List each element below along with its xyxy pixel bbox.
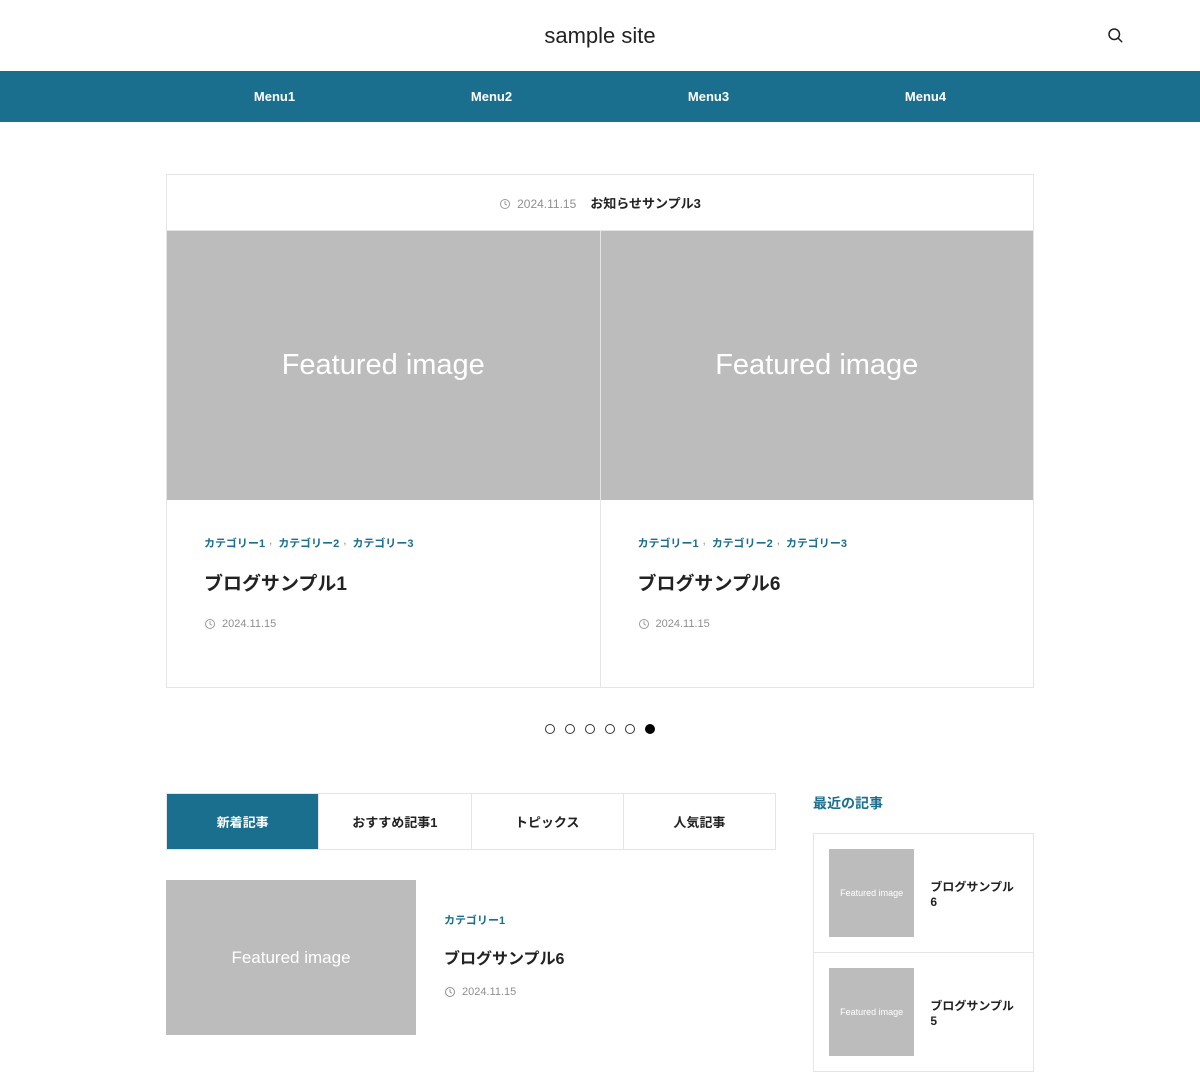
nav-item-menu1[interactable]: Menu1	[166, 71, 383, 122]
slider-bullet[interactable]	[565, 724, 575, 734]
category-link[interactable]: カテゴリー2	[278, 535, 339, 551]
sidebar-item-title: ブログサンプル6	[930, 878, 1018, 909]
search-icon	[1106, 26, 1124, 49]
sidebar-recent-list: Featured image ブログサンプル6 Featured image ブログサ…	[813, 833, 1034, 1072]
tab[interactable]: 新着記事	[167, 794, 319, 849]
category-link[interactable]: カテゴリー1	[638, 535, 699, 551]
clock-icon	[204, 618, 216, 630]
slide-categories: カテゴリー1 , カテゴリー2 , カテゴリー3	[204, 535, 563, 551]
slide[interactable]: Featured image カテゴリー1 , カテゴリー2 , カテゴリー3 ブロ…	[601, 231, 1035, 688]
slider-bullet[interactable]	[605, 724, 615, 734]
post-date-text: 2024.11.15	[462, 986, 516, 998]
slide-date: 2024.11.15	[638, 618, 997, 630]
tab-list: 新着記事おすすめ記事1トピックス人気記事	[166, 793, 776, 850]
slide-image: Featured image	[167, 231, 600, 500]
slider-pagination	[166, 724, 1034, 734]
slider-bullet[interactable]	[545, 724, 555, 734]
category-link[interactable]: カテゴリー3	[786, 535, 847, 551]
info-bar[interactable]: 2024.11.15 お知らせサンプル3	[166, 174, 1034, 231]
sidebar-thumbnail: Featured image	[829, 849, 914, 937]
category-link[interactable]: カテゴリー2	[712, 535, 773, 551]
slider-bullet[interactable]	[645, 724, 655, 734]
global-nav: Menu1Menu2Menu3Menu4	[0, 71, 1200, 122]
post-title[interactable]: ブログサンプル6	[444, 945, 776, 969]
slide-title: ブログサンプル1	[204, 569, 563, 596]
slide[interactable]: Featured image カテゴリー1 , カテゴリー2 , カテゴリー3 ブロ…	[167, 231, 601, 688]
search-button[interactable]	[1105, 26, 1125, 46]
category-link[interactable]: カテゴリー1	[204, 535, 265, 551]
sidebar-thumbnail: Featured image	[829, 968, 914, 1056]
tab[interactable]: 人気記事	[624, 794, 775, 849]
nav-item-menu2[interactable]: Menu2	[383, 71, 600, 122]
slide-date: 2024.11.15	[204, 618, 563, 630]
clock-icon	[444, 986, 456, 998]
slider: Featured image カテゴリー1 , カテゴリー2 , カテゴリー3 ブロ…	[166, 231, 1034, 688]
post-category[interactable]: カテゴリー1	[444, 912, 776, 928]
category-link[interactable]: カテゴリー3	[352, 535, 413, 551]
sidebar-item[interactable]: Featured image ブログサンプル5	[814, 953, 1033, 1071]
slide-categories: カテゴリー1 , カテゴリー2 , カテゴリー3	[638, 535, 997, 551]
post-item: Featured image カテゴリー1 ブログサンプル6 2024.11.1…	[166, 880, 776, 1035]
clock-icon	[499, 198, 511, 210]
sidebar-item[interactable]: Featured image ブログサンプル6	[814, 834, 1033, 953]
tab[interactable]: おすすめ記事1	[319, 794, 471, 849]
slider-bullet[interactable]	[585, 724, 595, 734]
site-title: sample site	[544, 23, 655, 49]
info-date: 2024.11.15	[517, 197, 576, 211]
slide-image: Featured image	[601, 231, 1034, 500]
nav-item-menu4[interactable]: Menu4	[817, 71, 1034, 122]
post-thumbnail[interactable]: Featured image	[166, 880, 416, 1035]
post-date: 2024.11.15	[444, 986, 776, 998]
nav-item-menu3[interactable]: Menu3	[600, 71, 817, 122]
sidebar-heading: 最近の記事	[813, 793, 1034, 813]
slide-title: ブログサンプル6	[638, 569, 997, 596]
sidebar-item-title: ブログサンプル5	[930, 997, 1018, 1028]
slider-bullet[interactable]	[625, 724, 635, 734]
tab[interactable]: トピックス	[472, 794, 624, 849]
info-title: お知らせサンプル3	[590, 196, 701, 211]
clock-icon	[638, 618, 650, 630]
